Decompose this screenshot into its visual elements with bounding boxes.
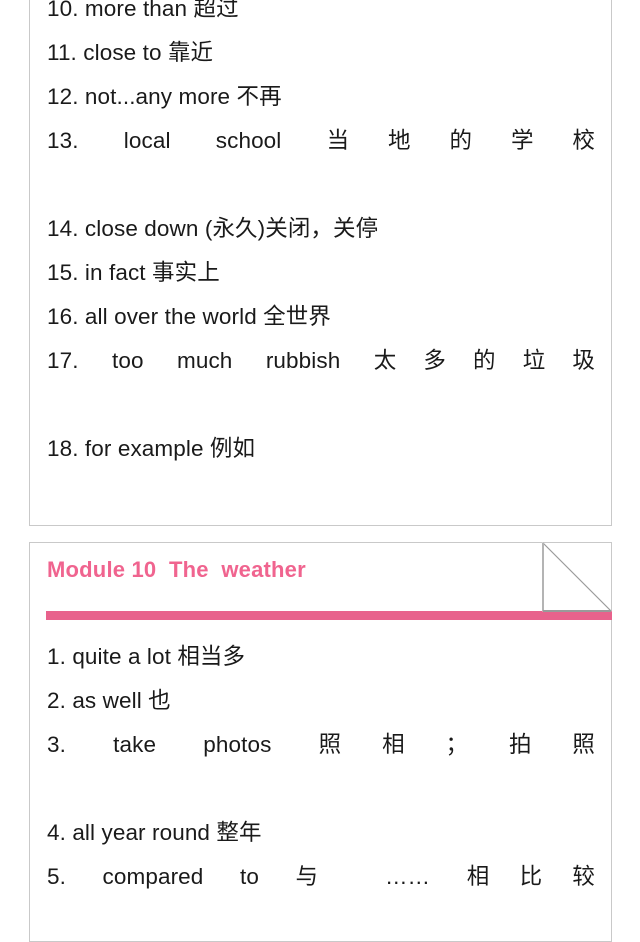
previous-module-card: 10. more than 超过 11. close to 靠近 12. not… xyxy=(29,0,612,526)
list-item: 17. too much rubbish 太多的垃圾 xyxy=(47,348,595,373)
list-item: 2. as well 也 xyxy=(47,688,171,713)
notes-page: 10. more than 超过 11. close to 靠近 12. not… xyxy=(0,0,640,942)
module-10-card: Module 10 The weather 1. quite a lot 相当多… xyxy=(29,542,612,942)
list-item: 15. in fact 事实上 xyxy=(47,260,220,285)
page-title: Module 10 The weather xyxy=(47,557,306,582)
list-item: 11. close to 靠近 xyxy=(47,40,214,65)
list-item: 14. close down (永久)关闭，关停 xyxy=(47,216,379,241)
list-item: 3. take photos 照相；拍照 xyxy=(47,732,595,757)
title-underline-rule xyxy=(46,611,612,620)
list-item: 10. more than 超过 xyxy=(47,0,239,21)
list-item: 1. quite a lot 相当多 xyxy=(47,644,246,669)
list-item: 18. for example 例如 xyxy=(47,436,256,461)
list-item: 5. compared to 与 …… 相比较 xyxy=(47,864,595,889)
list-item: 13. local school 当地的学校 xyxy=(47,128,595,153)
module-10-list: 1. quite a lot 相当多 2. as well 也 3. take … xyxy=(47,635,595,899)
list-item: 4. all year round 整年 xyxy=(47,820,262,845)
list-item: 16. all over the world 全世界 xyxy=(47,304,331,329)
list-item: 12. not...any more 不再 xyxy=(47,84,282,109)
previous-module-list: 10. more than 超过 11. close to 靠近 12. not… xyxy=(47,0,595,471)
